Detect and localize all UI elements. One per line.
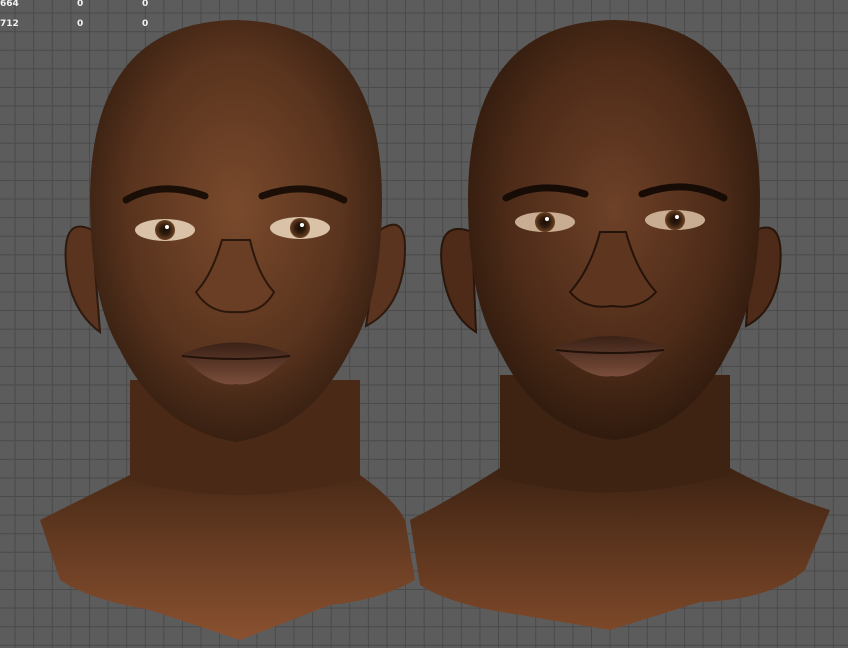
- stats-value: 0: [77, 0, 84, 9]
- head-model-left[interactable]: [40, 20, 415, 640]
- iris-left-b: [290, 218, 310, 238]
- stats-overlay: 664 0 0 712 0 0: [0, 0, 160, 34]
- eye-glint: [545, 217, 549, 221]
- stats-value: 0: [142, 19, 149, 29]
- scene-render: [40, 20, 830, 640]
- iris-left-a: [155, 220, 175, 240]
- 3d-viewport[interactable]: 664 0 0 712 0 0: [0, 0, 848, 648]
- stats-value: 712: [0, 19, 19, 29]
- stats-value: 664: [0, 0, 19, 9]
- stats-value: 0: [77, 19, 84, 29]
- iris-right-b: [665, 210, 685, 230]
- eye-glint: [300, 223, 304, 227]
- stats-value: 0: [142, 0, 149, 9]
- head-model-right[interactable]: [410, 20, 830, 630]
- eye-glint: [675, 215, 679, 219]
- stats-row: 664 0 0: [0, 0, 160, 14]
- iris-right-a: [535, 212, 555, 232]
- stats-row: 712 0 0: [0, 14, 160, 34]
- eye-glint: [165, 225, 169, 229]
- shoulders-left: [40, 475, 415, 640]
- shoulders-right: [410, 468, 830, 630]
